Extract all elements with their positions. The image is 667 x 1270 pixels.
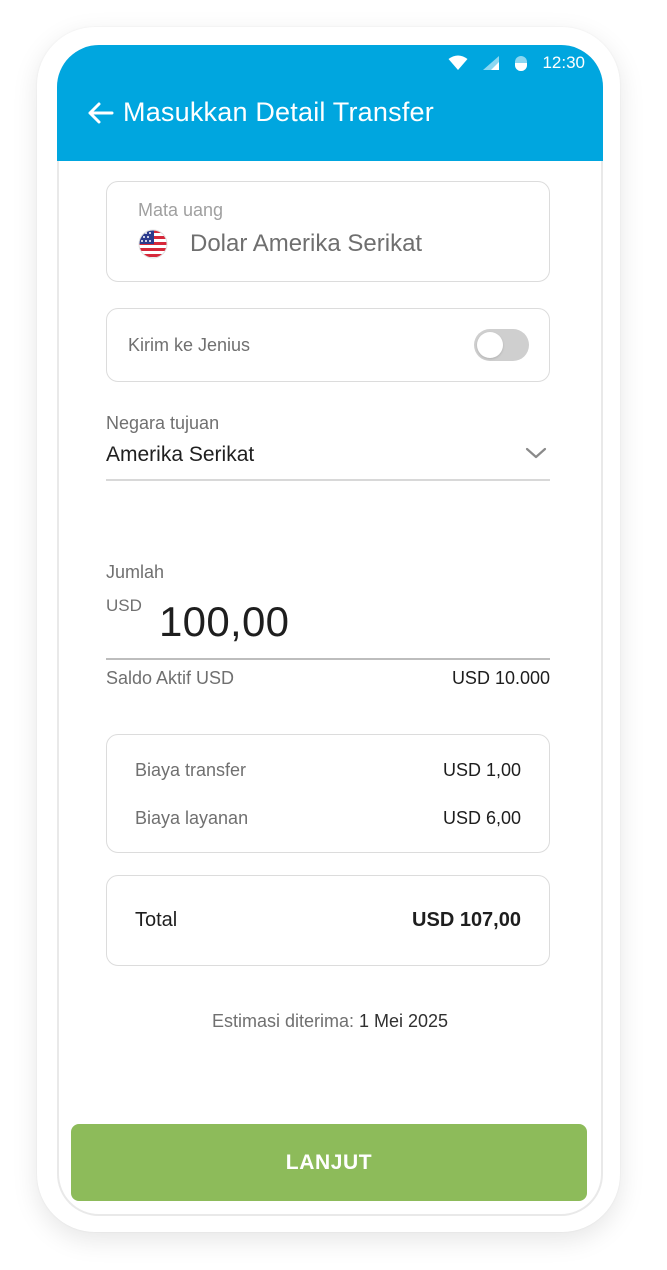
send-to-jenius-toggle[interactable] — [474, 329, 529, 361]
page-title: Masukkan Detail Transfer — [123, 97, 434, 127]
fee-label: Biaya layanan — [135, 808, 249, 828]
header-title-row: Masukkan Detail Transfer — [85, 97, 434, 128]
divider — [106, 479, 550, 481]
estimated-arrival: Estimasi diterima: 1 Mei 2025 — [57, 1011, 603, 1032]
battery-icon — [514, 54, 528, 72]
status-time: 12:30 — [542, 53, 585, 72]
fees-card: Biaya transfer USD 1,00 Biaya layanan US… — [106, 734, 550, 853]
total-label: Total — [135, 909, 178, 931]
status-bar: 12:30 — [448, 51, 585, 75]
total-value: USD 107,00 — [412, 909, 521, 931]
currency-value: Dolar Amerika Serikat — [190, 230, 423, 257]
send-to-jenius-row: Kirim ke Jenius — [106, 308, 550, 382]
app-header: 12:30 Masukkan Detail Transfer — [57, 45, 603, 161]
divider — [106, 658, 550, 660]
toggle-knob — [477, 332, 503, 358]
amount-label: Jumlah — [106, 562, 165, 582]
estimate-value: 1 Mei 2025 — [358, 1011, 449, 1031]
balance-value: USD 10.000 — [451, 668, 550, 688]
destination-country-label: Negara tujuan — [106, 413, 220, 433]
us-flag-icon — [138, 229, 168, 259]
destination-country-select[interactable]: Amerika Serikat — [106, 443, 254, 467]
signal-icon — [482, 55, 500, 71]
fee-value: USD 6,00 — [442, 808, 521, 828]
fee-value: USD 1,00 — [442, 760, 521, 780]
currency-row: Dolar Amerika Serikat — [138, 229, 422, 259]
chevron-down-icon[interactable] — [525, 445, 547, 461]
wifi-icon — [448, 55, 468, 71]
continue-button[interactable]: LANJUT — [71, 1124, 587, 1201]
app-screen: 12:30 Masukkan Detail Transfer Mata uang — [57, 45, 603, 1216]
fee-label: Biaya transfer — [135, 760, 247, 780]
total-card: Total USD 107,00 — [106, 875, 550, 966]
balance-label: Saldo Aktif USD — [106, 668, 235, 688]
estimate-label: Estimasi diterima: — [211, 1011, 354, 1031]
currency-label: Mata uang — [138, 200, 224, 220]
amount-input[interactable]: 100,00 — [159, 598, 289, 646]
amount-currency: USD — [106, 596, 142, 615]
arrow-left-icon[interactable] — [85, 98, 115, 128]
currency-field[interactable]: Mata uang Dolar Amerika Serikat — [106, 181, 550, 282]
send-to-jenius-label: Kirim ke Jenius — [128, 335, 251, 355]
